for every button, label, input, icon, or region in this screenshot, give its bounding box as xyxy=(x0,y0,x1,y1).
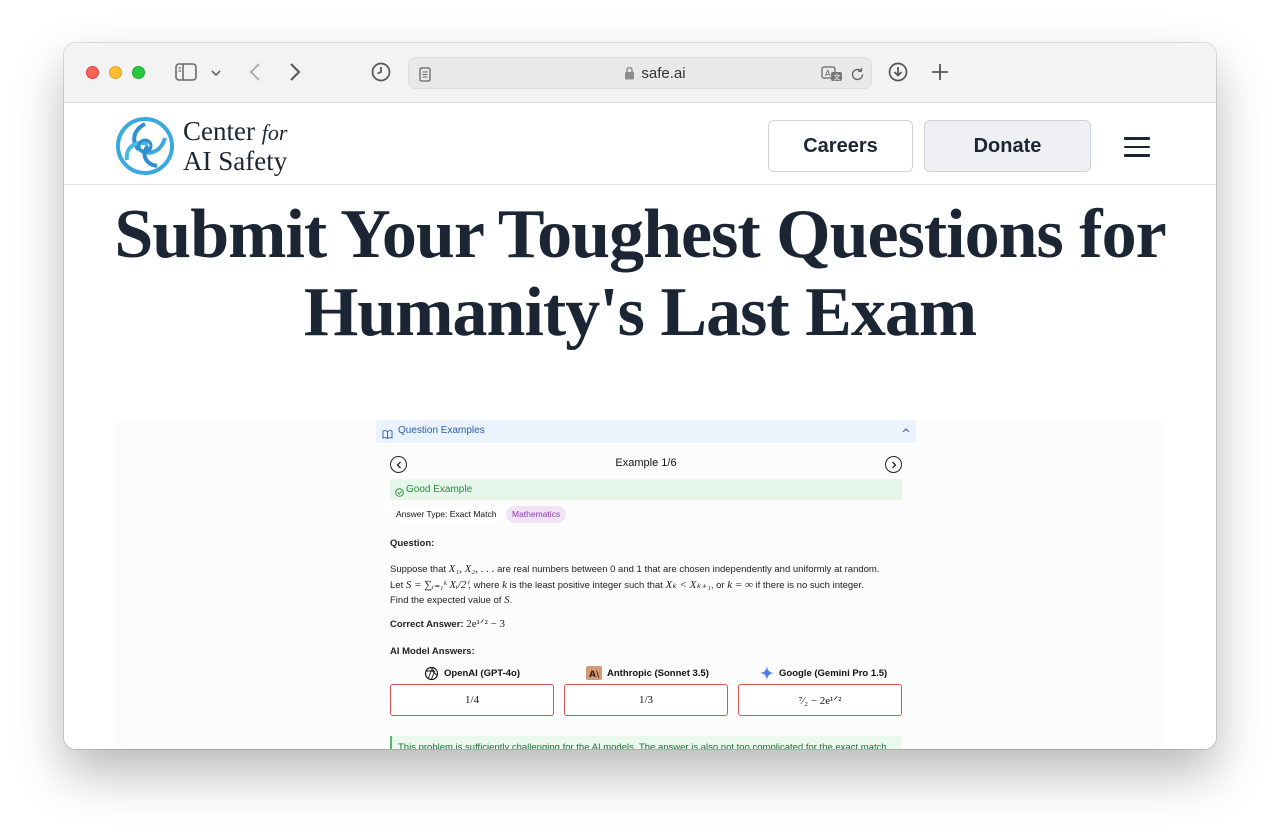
subject-badge: Mathematics xyxy=(506,506,567,523)
chevron-down-icon[interactable] xyxy=(210,67,222,79)
example-note: This problem is sufficiently challenging… xyxy=(390,736,902,749)
question-heading: Question: xyxy=(390,538,435,549)
model-answer-anthropic: 1/3 xyxy=(564,684,728,716)
minimize-window-button[interactable] xyxy=(109,66,122,79)
url-value: safe.ai xyxy=(641,65,686,82)
forward-icon[interactable] xyxy=(286,61,304,83)
page-title: Submit Your Toughest Questions for Human… xyxy=(64,196,1216,352)
model-name: Anthropic (Sonnet 3.5) xyxy=(607,667,709,679)
ai-model-answers-heading: AI Model Answers: xyxy=(390,646,475,657)
question-line-3: Find the expected value of S. xyxy=(390,594,513,606)
logo-for: for xyxy=(261,120,288,145)
example-counter: Example 1/6 xyxy=(615,457,677,469)
model-answer-openai: 1/4 xyxy=(390,684,554,716)
svg-text:文: 文 xyxy=(834,73,841,82)
browser-toolbar: safe.ai A文 xyxy=(64,43,1216,103)
model-header-openai: OpenAI (GPT-4o) xyxy=(424,665,520,681)
model-name: Google (Gemini Pro 1.5) xyxy=(779,667,888,679)
reload-icon[interactable] xyxy=(849,66,865,82)
new-tab-icon[interactable] xyxy=(929,61,951,83)
correct-answer-value: 2e¹ᐟ² − 3 xyxy=(466,618,506,630)
donate-button[interactable]: Donate xyxy=(924,120,1091,172)
address-bar[interactable]: safe.ai A文 xyxy=(408,57,872,89)
model-name: OpenAI (GPT-4o) xyxy=(444,667,520,679)
good-example-label: Good Example xyxy=(406,484,473,495)
close-window-button[interactable] xyxy=(86,66,99,79)
title-line-1: Submit Your Toughest Questions for xyxy=(114,196,1166,273)
example-note-text: This problem is sufficiently challenging… xyxy=(398,742,887,749)
question-text: Suppose that X₁, X₂, . . . are real numb… xyxy=(390,562,910,609)
good-example-banner: Good Example xyxy=(390,479,902,500)
question-examples-label: Question Examples xyxy=(398,425,485,436)
chevron-right-icon xyxy=(891,461,896,468)
model-header-google: Google (Gemini Pro 1.5) xyxy=(760,665,887,681)
zoom-window-button[interactable] xyxy=(132,66,145,79)
question-examples-header[interactable]: Question Examples xyxy=(376,420,916,443)
url-text: safe.ai xyxy=(409,58,871,90)
careers-button[interactable]: Careers xyxy=(768,120,913,172)
chevron-up-icon[interactable] xyxy=(902,425,910,435)
cais-logo-icon[interactable] xyxy=(115,116,175,176)
translate-icon[interactable]: A文 xyxy=(821,65,843,83)
logo-ai-safety: AI Safety xyxy=(183,146,288,176)
question-examples-card: Question Examples Example 1/6 Good Examp… xyxy=(114,420,1164,749)
lock-icon xyxy=(624,60,635,92)
web-page: Center for AI Safety Careers Donate Subm… xyxy=(64,104,1216,749)
site-header: Center for AI Safety Careers Donate xyxy=(64,104,1216,185)
gemini-icon xyxy=(760,666,774,680)
answer-type-badge: Answer Type: Exact Match xyxy=(390,506,503,523)
svg-text:A\: A\ xyxy=(589,670,600,680)
question-line-1: Suppose that X₁, X₂, . . . are real numb… xyxy=(390,563,880,575)
correct-answer-label: Correct Answer: xyxy=(390,619,464,630)
openai-icon xyxy=(424,666,439,681)
anthropic-icon: A\ xyxy=(586,666,602,680)
history-icon[interactable] xyxy=(370,61,392,83)
next-example-button[interactable] xyxy=(885,456,902,473)
title-line-2: Humanity's Last Exam xyxy=(303,274,977,351)
browser-window: safe.ai A文 Center for AI Safety Careers … xyxy=(64,43,1216,749)
site-logo-text[interactable]: Center for AI Safety xyxy=(183,117,287,175)
back-icon[interactable] xyxy=(246,61,264,83)
sidebar-toggle-icon[interactable] xyxy=(174,62,198,82)
model-answer-google: ⁷⁄₂ − 2e¹ᐟ² xyxy=(738,684,902,716)
model-header-anthropic: A\ Anthropic (Sonnet 3.5) xyxy=(586,665,709,681)
downloads-icon[interactable] xyxy=(887,61,909,83)
correct-answer: Correct Answer: 2e¹ᐟ² − 3 xyxy=(390,617,505,633)
book-icon xyxy=(382,426,393,444)
svg-text:A: A xyxy=(825,69,831,78)
logo-center: Center xyxy=(183,116,255,146)
question-line-2: Let S = ∑ᵢ₌₁ᵏ Xᵢ/2ⁱ, where k is the leas… xyxy=(390,578,864,591)
check-circle-icon xyxy=(395,484,404,502)
menu-icon[interactable] xyxy=(1124,137,1150,157)
